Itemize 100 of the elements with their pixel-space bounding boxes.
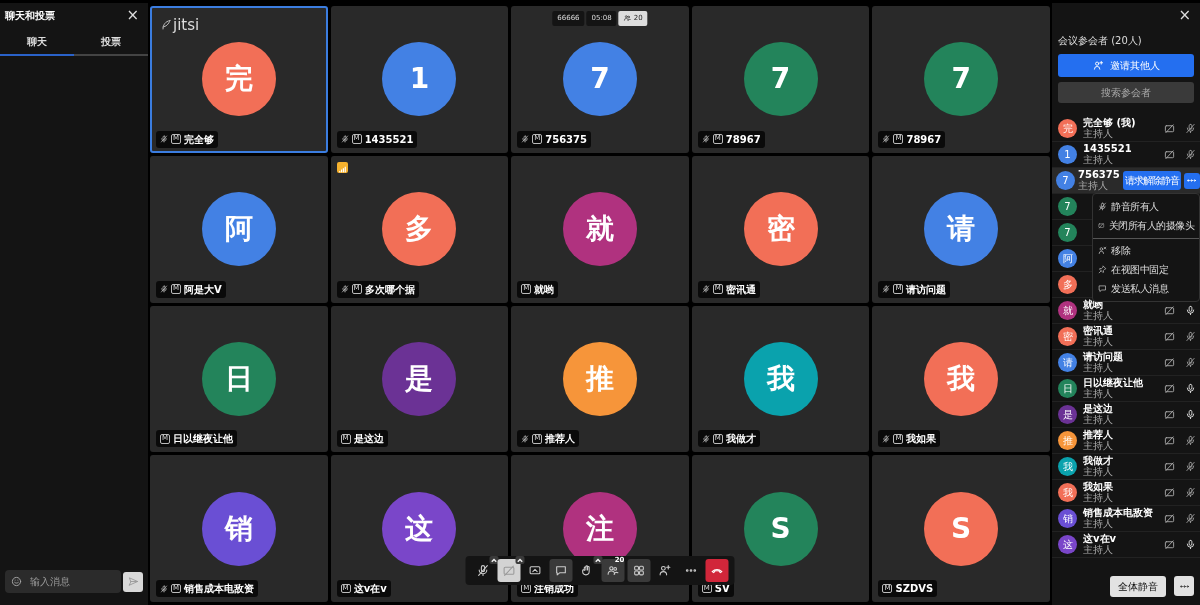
tab[interactable]: 投票 <box>74 28 148 56</box>
participant-role: 主持人 <box>1083 310 1113 321</box>
avatar: 推 <box>1058 431 1077 450</box>
participant-name: 销售成本电敌资 <box>1083 508 1153 518</box>
participant-name: 日以继夜让他 <box>173 432 234 447</box>
avatar: 就 <box>563 192 637 267</box>
avatar: 7 <box>1056 171 1075 190</box>
participant-row[interactable]: 请 请访问题 主持人 <box>1052 350 1200 376</box>
participant-row[interactable]: 完 完全够 (我) 主持人 <box>1052 116 1200 142</box>
tab[interactable]: 聊天 <box>0 28 74 56</box>
menu-item[interactable]: 移除 <box>1093 241 1199 260</box>
participant-role: 主持人 <box>1083 440 1113 451</box>
participant-name: 78967 <box>725 132 761 147</box>
participant-name: 阿是大V <box>184 282 222 297</box>
message-box[interactable]: 输入消息 <box>5 570 121 593</box>
avatar: 日 <box>1058 379 1077 398</box>
participant-name: 是这边 <box>1083 404 1113 414</box>
avatar: 就 <box>1058 301 1077 320</box>
invite-button[interactable]: 邀请其他人 <box>1058 54 1194 77</box>
avatar: 是 <box>382 341 457 416</box>
avatar: 7 <box>743 42 818 117</box>
avatar: 完 <box>1058 119 1077 138</box>
avatar: 7 <box>1058 197 1077 216</box>
participant-row[interactable]: 日 日以继夜让他 主持人 <box>1052 376 1200 402</box>
participant-role: 主持人 <box>1083 414 1113 425</box>
participant-name: 就哟 <box>534 282 555 297</box>
participant-name: 请访问题 <box>906 282 947 297</box>
participant-name: 密讯通 <box>725 282 756 297</box>
participant-role: 主持人 <box>1083 336 1113 347</box>
participant-name: 推荐人 <box>1083 430 1113 440</box>
participant-name: 销售成本电敌资 <box>184 582 255 596</box>
participant-name: 这v在v <box>353 582 387 596</box>
participant-row[interactable]: 密 密讯通 主持人 <box>1052 324 1200 350</box>
avatar: 完 <box>201 42 276 117</box>
avatar: 我 <box>743 341 818 416</box>
panel-title: 会议参会者 (20人) <box>1057 34 1143 48</box>
panel-title: 聊天和投票 <box>5 9 55 23</box>
participant-name: 1435521 <box>364 132 414 147</box>
participant-name: 密讯通 <box>1083 326 1113 337</box>
participant-row[interactable]: 我 我如果 主持人 <box>1052 480 1200 506</box>
participant-name: 1435521 <box>1083 144 1132 154</box>
avatar: 阿 <box>201 192 276 267</box>
avatar: 我 <box>924 341 999 416</box>
avatar: 我 <box>1058 483 1077 502</box>
close-button[interactable]: × <box>122 8 143 23</box>
avatar: 销 <box>1058 509 1077 528</box>
participant-role: 主持人 <box>1083 154 1113 165</box>
participant-name: 我如果 <box>1083 482 1113 492</box>
participant-row[interactable]: 这 这v在v 主持人 <box>1052 532 1200 558</box>
participant-name: 这v在v <box>1083 534 1117 545</box>
avatar: 多 <box>1058 275 1077 294</box>
participant-role: 主持人 <box>1083 466 1113 477</box>
participant-role: 主持人 <box>1078 180 1108 191</box>
participant-role: 主持人 <box>1083 492 1113 503</box>
avatar: 多 <box>382 192 457 267</box>
avatar: 这 <box>382 491 457 566</box>
menu-item[interactable]: 在视图中固定 <box>1093 260 1199 279</box>
avatar: 日 <box>201 341 276 416</box>
participant-role: 主持人 <box>1083 518 1113 529</box>
participant-role: 主持人 <box>1083 388 1113 399</box>
participant-row[interactable]: 我 我做才 主持人 <box>1052 454 1200 480</box>
participant-role: 主持人 <box>1083 128 1113 139</box>
avatar: 是 <box>1058 405 1077 424</box>
participant-role: 主持人 <box>1083 362 1113 373</box>
menu-item[interactable]: 静音所有人 <box>1093 197 1199 216</box>
participant-name: 完全够 <box>184 132 215 147</box>
avatar: 请 <box>1058 353 1077 372</box>
participant-name: 756375 <box>1078 170 1120 180</box>
participant-row[interactable]: 销 销售成本电敌资 主持人 <box>1052 506 1200 532</box>
jitsi-logo: jitsi <box>173 15 200 36</box>
participant-name: 多次哪个据 <box>364 282 415 297</box>
avatar: 7 <box>924 42 999 117</box>
participant-row[interactable]: 推 推荐人 主持人 <box>1052 428 1200 454</box>
avatar: 7 <box>1058 223 1077 242</box>
avatar: 1 <box>382 42 457 117</box>
message-field[interactable]: 输入消息 <box>28 573 98 590</box>
participant-name: 78967 <box>906 132 942 147</box>
avatar: 请 <box>924 192 999 267</box>
avatar: 推 <box>563 341 637 416</box>
menu-item[interactable]: 发送私人消息 <box>1093 279 1199 298</box>
avatar: 我 <box>1058 457 1077 476</box>
avatar: 销 <box>201 491 276 566</box>
participant-name: SZDVS <box>895 582 934 596</box>
participant-row[interactable]: 是 是这边 主持人 <box>1052 402 1200 428</box>
menu-item[interactable]: 关闭所有人的摄像头 <box>1093 216 1199 235</box>
mute-all-button[interactable]: 全体静音 <box>1110 576 1166 597</box>
participant-name: 请访问题 <box>1083 352 1123 362</box>
close-button[interactable]: × <box>1174 8 1195 23</box>
participant-name: 我如果 <box>906 432 937 447</box>
request-unmute-button[interactable]: 请求解除静音 <box>1122 171 1181 190</box>
participant-name: 完全够 (我) <box>1083 118 1136 128</box>
participant-name: 日以继夜让他 <box>1083 378 1143 388</box>
participant-name: 我做才 <box>725 432 756 447</box>
avatar: 7 <box>563 42 637 117</box>
participant-name: 是这边 <box>353 432 384 447</box>
avatar: 阿 <box>1058 249 1077 268</box>
avatar: S <box>743 491 818 566</box>
participant-name: 我做才 <box>1083 456 1113 466</box>
search-field[interactable]: 搜索参会者 <box>1058 82 1194 103</box>
participant-name: 756375 <box>545 132 587 147</box>
